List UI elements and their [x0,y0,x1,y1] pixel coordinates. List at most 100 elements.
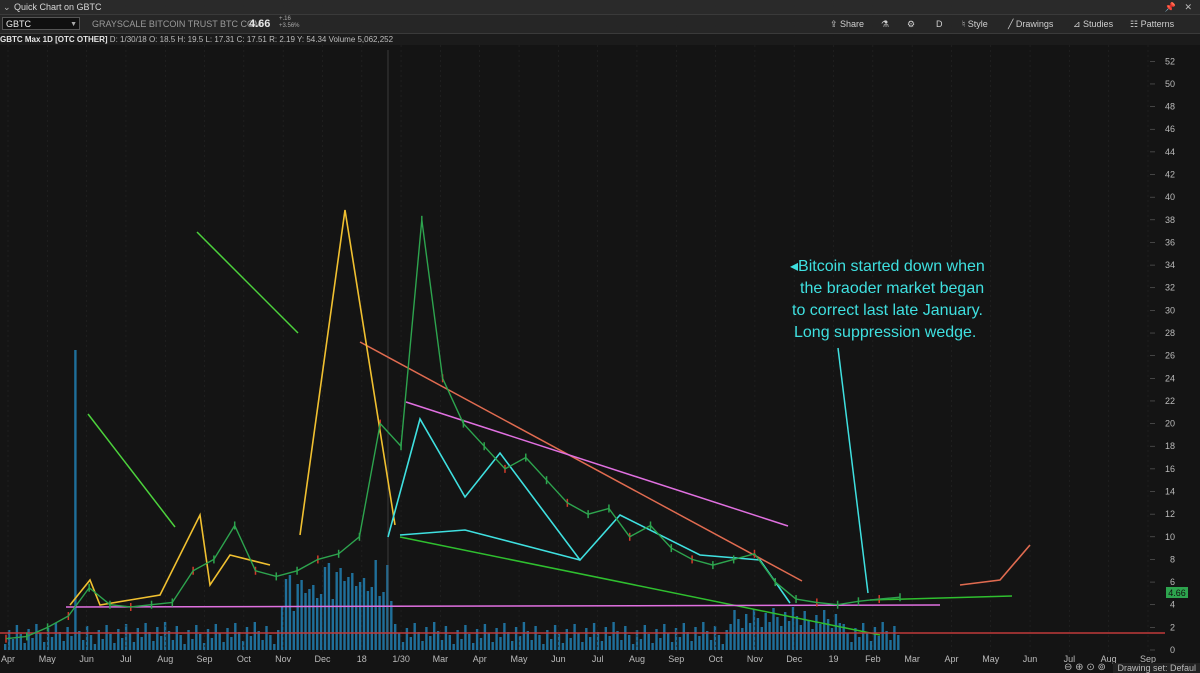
volume-bar [873,627,877,650]
volume-bar [257,631,260,650]
volume-bar [573,624,576,650]
volume-bar [31,638,34,650]
volume-bar [218,633,221,650]
x-tick-label: Jul [120,654,132,664]
volume-bar [803,611,806,650]
volume-bar [82,640,85,650]
volume-bar [300,580,303,650]
volume-bar [780,626,783,650]
drawing-set-label[interactable]: Drawing set: Defaul [1113,663,1200,673]
volume-bar [628,635,631,650]
x-tick-label: Jul [592,654,604,664]
volume-bar [335,572,338,650]
volume-bar [503,623,506,650]
volume-bar [253,622,256,650]
volume-bar [897,635,900,650]
x-tick-label: Nov [747,654,764,664]
flask-icon[interactable]: ⚗ [881,15,889,33]
info-high: H: 19.5 [177,35,204,44]
patterns-button[interactable]: ☷ Patterns [1130,15,1174,33]
x-tick-label: Jun [1023,654,1038,664]
volume-bar [737,619,740,650]
symbol-dropdown-icon[interactable]: ▼ [70,18,77,31]
volume-bar [136,628,139,650]
zoom-controls[interactable]: ⊖ ⊕ ⊙ ⊚ [1064,662,1106,673]
x-tick-label: Apr [473,654,487,664]
y-tick-label: 42 [1165,170,1175,180]
drawings-button[interactable]: ╱ Drawings [1008,15,1053,33]
x-tick-label: Mar [904,654,920,664]
volume-bar [811,629,814,650]
volume-bar [405,628,409,650]
x-tick-label: Aug [157,654,173,664]
volume-bar [121,638,124,650]
volume-bar [35,624,38,650]
volume-bar [483,624,487,650]
volume-bar [534,626,537,650]
volume-bar [113,643,116,650]
volume-bar [261,640,264,650]
volume-bar [709,640,713,650]
volume-bar [464,625,467,650]
volume-bar [686,632,689,650]
volume-bar [226,628,229,650]
volume-bar [468,634,471,650]
volume-bar [756,618,760,650]
volume-bar [589,637,592,650]
volume-bar [877,636,880,650]
volume-bar [678,637,682,650]
info-date: D: 1/30/18 [109,35,147,44]
collapse-chevron-icon[interactable]: ⌄ [3,0,11,14]
volume-bar [43,642,46,650]
style-button[interactable]: ♮ Style [962,15,988,33]
volume-bar [592,623,596,650]
y-tick-label: 44 [1165,147,1175,157]
volume-bar [436,631,440,650]
volume-bar [600,641,604,650]
volume-bar [748,623,752,650]
volume-bar [304,593,307,650]
volume-bar [117,629,120,650]
window-titlebar: ⌄ Quick Chart on GBTC 📌 ✕ [0,0,1200,15]
volume-bar [881,622,884,650]
volume-bar [787,621,791,650]
volume-bar [323,567,327,650]
x-tick-label: Nov [275,654,292,664]
chart-annotation: ◂Bitcoin started down when the braoder m… [790,256,1020,344]
volume-bar [70,636,73,650]
volume-bar [312,585,315,650]
volume-bar [370,587,373,650]
volume-bar [89,635,93,650]
price-chart[interactable]: Apr May Jun Jul Aug Sep Oct Nov Dec 18 1/30 Mar Apr M… [0,45,1200,673]
volume-bar [425,627,428,650]
x-tick-label: Jun [79,654,94,664]
volume-bar [491,642,494,650]
pin-icon[interactable]: 📌 [1165,0,1176,14]
volume-bar [54,623,58,650]
volume-bar [339,568,342,650]
last-price: 4.66 [249,18,271,30]
window-title: Quick Chart on GBTC [14,2,102,12]
volume-bar [651,643,654,650]
volume-bar [799,625,802,650]
volume-bar [702,622,705,650]
volume-bar [553,625,557,650]
volume-bar [741,628,744,650]
symbol-input[interactable]: GBTC ▼ [2,17,80,30]
gear-icon[interactable]: ⚙ [907,15,915,33]
close-icon[interactable]: ✕ [1184,0,1192,14]
volume-bar [160,636,163,650]
period-button[interactable]: D [936,15,943,33]
volume-bar [199,634,202,650]
volume-bar [577,633,580,650]
info-open: O: 18.5 [148,35,176,44]
volume-bar [390,601,393,650]
volume-bar [397,633,401,650]
volume-bar [128,633,132,650]
volume-bar [245,627,249,650]
volume-bar [355,586,358,650]
share-button[interactable]: ⇪ Share [830,15,864,33]
volume-bar [784,612,787,650]
studies-button[interactable]: ⊿ Studies [1073,15,1113,33]
volume-bar [347,577,350,650]
